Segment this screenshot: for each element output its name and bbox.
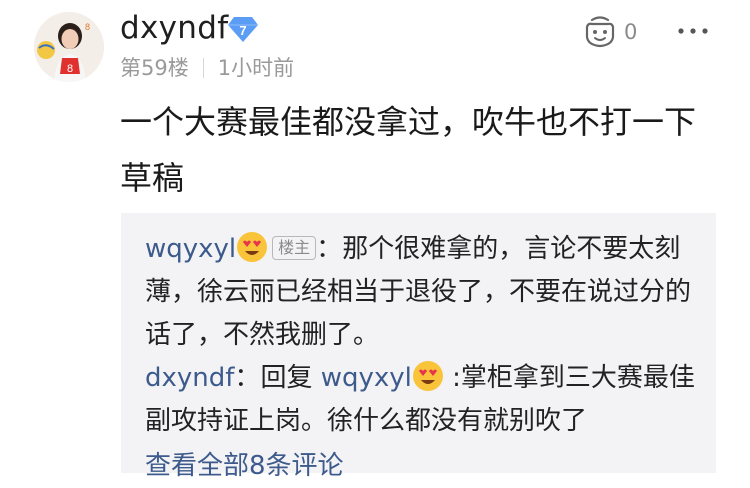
reply-item[interactable]: dxyndf：回复 wqyxyl :掌柜拿到三大赛最佳副攻持证上岗。徐什么都没有… <box>145 357 705 443</box>
heart-eyes-emoji <box>412 361 443 391</box>
heart-eyes-emoji <box>237 232 268 262</box>
svg-text:8: 8 <box>67 63 73 75</box>
reply-author[interactable]: wqyxyl <box>145 234 236 264</box>
avatar-image: 8 8 <box>34 12 104 82</box>
owner-tag: 楼主 <box>272 236 317 260</box>
view-all-comments-link[interactable]: 查看全部8条评论 <box>145 445 344 488</box>
avatar[interactable]: 8 8 <box>34 12 104 82</box>
divider <box>202 58 204 78</box>
reply-colon: ： <box>316 234 343 264</box>
more-dots-icon[interactable] <box>676 20 710 42</box>
svg-text:8: 8 <box>85 22 90 32</box>
level-number: 7 <box>239 23 246 38</box>
like-icon <box>585 16 615 48</box>
like-count: 0 <box>624 20 638 44</box>
post-time: 1小时前 <box>217 56 295 80</box>
reply-item[interactable]: wqyxyl 楼主 ：那个很难拿的，言论不要太刻薄，徐云丽已经相当于退役了，不要在… <box>145 228 705 357</box>
reply-colon: ： <box>234 363 261 393</box>
reply-target[interactable]: wqyxyl <box>321 363 412 393</box>
reply-list: wqyxyl 楼主 ：那个很难拿的，言论不要太刻薄，徐云丽已经相当于退役了，不要在… <box>121 213 716 481</box>
post-content: 一个大赛最佳都没拿过，吹牛也不打一下草稿 <box>120 103 697 197</box>
reply-word: 回复 <box>260 363 313 393</box>
like-button[interactable]: 0 <box>582 14 637 50</box>
post-meta: 第59楼 1小时前 <box>120 54 294 82</box>
floor-number: 第59楼 <box>120 56 189 80</box>
level-diamond-icon: 7 <box>228 17 258 42</box>
username[interactable]: dxyndf <box>120 8 228 48</box>
reply-author[interactable]: dxyndf <box>145 363 234 393</box>
